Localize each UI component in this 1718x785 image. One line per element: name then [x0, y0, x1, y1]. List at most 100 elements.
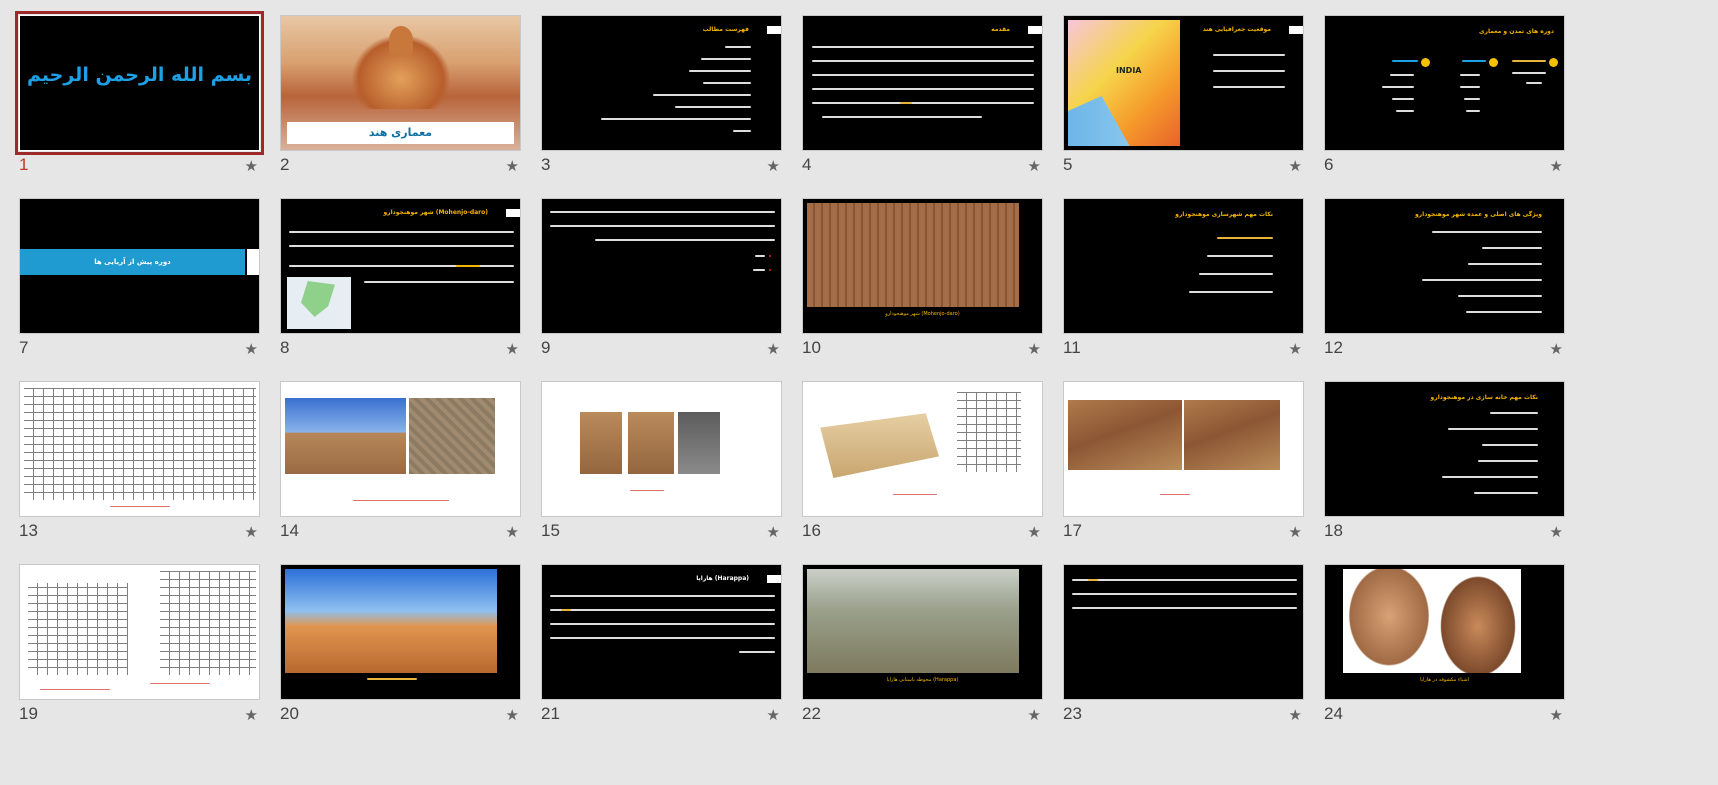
slide-cell-3[interactable]: فهرست مطالب 3 ★ [541, 15, 782, 205]
slide-cell-10[interactable]: شهر موهنجودارو (Mohenjo-daro) 10 ★ [802, 198, 1043, 388]
star-icon[interactable]: ★ [1550, 340, 1563, 358]
star-icon[interactable]: ★ [1028, 157, 1041, 175]
stupa-photo [285, 569, 497, 673]
slide-thumbnail[interactable]: INDIA موقعیت جغرافیایی هند [1063, 15, 1304, 151]
star-icon[interactable]: ★ [1289, 706, 1302, 724]
slide-thumbnail[interactable]: نکات مهم شهرسازی موهنجودارو [1063, 198, 1304, 334]
slide-cell-14[interactable]: 14 ★ [280, 381, 521, 571]
slide-cell-20[interactable]: 20 ★ [280, 564, 521, 754]
slide-title: فهرست مطالب [702, 26, 749, 33]
slide-cell-21[interactable]: هاراپا (Harappa) 21 ★ [541, 564, 782, 754]
text-line [1448, 428, 1538, 430]
slide-thumbnail[interactable]: نکات مهم خانه سازی در موهنجودارو [1324, 381, 1565, 517]
text-line [1213, 70, 1285, 72]
slide-cell-18[interactable]: نکات مهم خانه سازی در موهنجودارو 18 ★ [1324, 381, 1565, 571]
timeline-dot [1489, 58, 1498, 67]
star-icon[interactable]: ★ [245, 706, 258, 724]
slide-thumbnail[interactable] [280, 381, 521, 517]
slide-title: شهر موهنجودارو (Mohenjo-daro) [383, 209, 488, 216]
slide-thumbnail[interactable]: ویژگی های اصلی و عمده شهر موهنجودارو [1324, 198, 1565, 334]
star-icon[interactable]: ★ [1550, 157, 1563, 175]
slide-cell-16[interactable]: 16 ★ [802, 381, 1043, 571]
slide-number: 16 [802, 521, 821, 540]
highlight [1088, 579, 1098, 581]
star-icon[interactable]: ★ [506, 706, 519, 724]
star-icon[interactable]: ★ [767, 706, 780, 724]
slide-cell-6[interactable]: دوره های تمدن و معماری 6 ★ [1324, 15, 1565, 205]
text-line [550, 623, 775, 625]
star-icon[interactable]: ★ [1289, 523, 1302, 541]
slide-thumbnail[interactable] [1063, 564, 1304, 700]
slide-thumbnail[interactable]: هاراپا (Harappa) [541, 564, 782, 700]
text-line [1072, 607, 1297, 609]
slide-cell-11[interactable]: نکات مهم شهرسازی موهنجودارو 11 ★ [1063, 198, 1304, 388]
slide-number: 7 [19, 338, 29, 357]
slide-thumbnail[interactable]: دوره های تمدن و معماری [1324, 15, 1565, 151]
text-line [1382, 86, 1414, 88]
slide-cell-4[interactable]: مقدمه 4 ★ [802, 15, 1043, 205]
star-icon[interactable]: ★ [1289, 157, 1302, 175]
star-icon[interactable]: ★ [245, 340, 258, 358]
slide-cell-19[interactable]: 19 ★ [19, 564, 260, 754]
slide-thumbnail[interactable]: دوره پیش از آریایی ها [19, 198, 260, 334]
text-line [1072, 593, 1297, 595]
star-icon[interactable]: ★ [245, 157, 258, 175]
slide-thumbnail[interactable]: فهرست مطالب [541, 15, 782, 151]
slide-number: 21 [541, 704, 560, 723]
text-line [550, 609, 775, 611]
star-icon[interactable]: ★ [767, 523, 780, 541]
slide-cell-13[interactable]: 13 ★ [19, 381, 260, 571]
slide-number: 18 [1324, 521, 1343, 540]
slide-cell-17[interactable]: 17 ★ [1063, 381, 1304, 571]
slide-thumbnail[interactable] [280, 564, 521, 700]
slide-cell-15[interactable]: 15 ★ [541, 381, 782, 571]
slide-cell-24[interactable]: اشیاء مکشوفه در هاراپا 24 ★ [1324, 564, 1565, 754]
slide-thumbnail[interactable]: معماری هند [280, 15, 521, 151]
slide-cell-22[interactable]: محوطه باستانی هاراپا (Harappa) 22 ★ [802, 564, 1043, 754]
star-icon[interactable]: ★ [506, 523, 519, 541]
slide-cell-12[interactable]: ویژگی های اصلی و عمده شهر موهنجودارو 12 … [1324, 198, 1565, 388]
slide-thumbnail[interactable] [802, 381, 1043, 517]
slide-thumbnail[interactable]: شهر موهنجودارو (Mohenjo-daro) [280, 198, 521, 334]
map-label: INDIA [1116, 66, 1142, 75]
slide-thumbnail[interactable] [541, 198, 782, 334]
slide-thumbnail[interactable]: شهر موهنجودارو (Mohenjo-daro) [802, 198, 1043, 334]
star-icon[interactable]: ★ [1550, 706, 1563, 724]
slide-thumbnail[interactable] [1063, 381, 1304, 517]
text-line [689, 70, 751, 72]
slide-number: 15 [541, 521, 560, 540]
slide-thumbnail[interactable]: محوطه باستانی هاراپا (Harappa) [802, 564, 1043, 700]
pottery-photo [1435, 569, 1521, 673]
slide-cell-1[interactable]: بسم الله الرحمن الرحيم 1 ★ [15, 11, 264, 205]
bath-photo [1184, 400, 1280, 470]
star-icon[interactable]: ★ [1028, 340, 1041, 358]
slide-thumbnail[interactable] [19, 564, 260, 700]
star-icon[interactable]: ★ [1289, 340, 1302, 358]
slide-cell-23[interactable]: 23 ★ [1063, 564, 1304, 754]
slide-cell-9[interactable]: 9 ★ [541, 198, 782, 388]
slide-thumbnail[interactable]: مقدمه [802, 15, 1043, 151]
star-icon[interactable]: ★ [245, 523, 258, 541]
star-icon[interactable]: ★ [1028, 523, 1041, 541]
slide-thumbnail[interactable] [19, 381, 260, 517]
star-icon[interactable]: ★ [767, 157, 780, 175]
star-icon[interactable]: ★ [506, 157, 519, 175]
caption-line [367, 678, 417, 680]
text-line [812, 88, 1034, 90]
slide-thumbnail[interactable]: بسم الله الرحمن الرحيم [15, 11, 264, 155]
slide-thumbnail[interactable] [541, 381, 782, 517]
slide-cell-5[interactable]: INDIA موقعیت جغرافیایی هند 5 ★ [1063, 15, 1304, 205]
harappa-site-photo [807, 569, 1019, 673]
text-line [1396, 110, 1414, 112]
timeline-dot [1549, 58, 1558, 67]
star-icon[interactable]: ★ [767, 340, 780, 358]
slide-cell-7[interactable]: دوره پیش از آریایی ها 7 ★ [19, 198, 260, 388]
star-icon[interactable]: ★ [506, 340, 519, 358]
slide-number: 10 [802, 338, 821, 357]
india-map: INDIA [1068, 20, 1180, 146]
star-icon[interactable]: ★ [1028, 706, 1041, 724]
star-icon[interactable]: ★ [1550, 523, 1563, 541]
slide-thumbnail[interactable]: اشیاء مکشوفه در هاراپا [1324, 564, 1565, 700]
slide-cell-8[interactable]: شهر موهنجودارو (Mohenjo-daro) 8 ★ [280, 198, 521, 388]
slide-cell-2[interactable]: معماری هند 2 ★ [280, 15, 521, 205]
